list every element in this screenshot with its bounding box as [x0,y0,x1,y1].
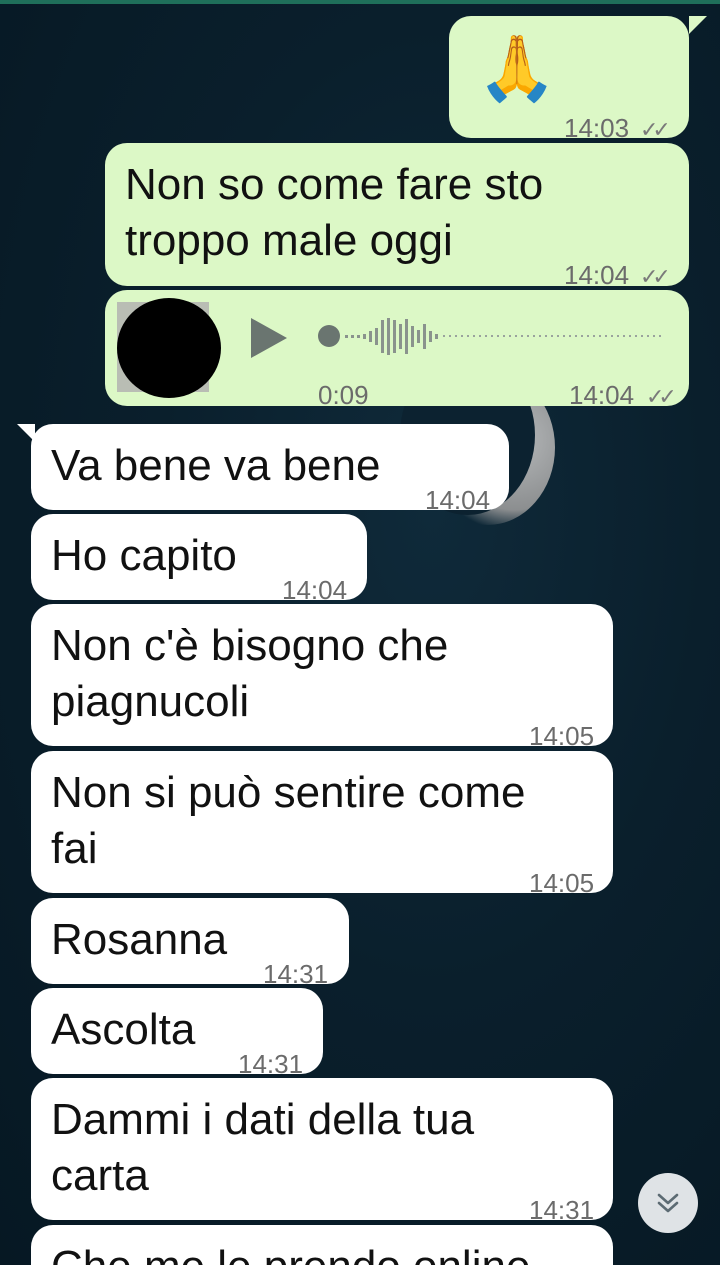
message-time: 14:04 [569,380,635,410]
message-time: 14:04 [425,485,491,515]
message-bubble-incoming[interactable]: Va bene va bene 14:04 [31,424,509,515]
voice-message-bubble[interactable]: 0:09 14:04 ✓✓ [105,290,689,410]
message-text: Non si può sentire come fai [51,768,526,873]
read-receipt-icon: ✓✓ [646,384,677,409]
scroll-to-bottom-button[interactable] [638,1173,698,1233]
message-bubble-incoming[interactable]: Ho capito 14:04 [31,514,367,605]
message-bubble-incoming[interactable]: Ascolta 14:31 [31,988,323,1079]
message-bubble-incoming[interactable]: Non si può sentire come fai 14:05 [31,751,613,898]
message-bubble-incoming[interactable]: Che me le prendo online [31,1225,613,1265]
voice-waveform[interactable] [315,316,665,356]
message-text: Va bene va bene [51,441,381,490]
chevron-double-down-icon [657,1193,679,1213]
folded-hands-emoji: 🙏 [477,32,557,104]
message-bubble-incoming[interactable]: Rosanna 14:31 [31,898,349,989]
avatar [117,298,221,398]
message-text: Rosanna [51,915,228,964]
message-text: Che me le prendo online [51,1239,530,1265]
bubble-tail [689,16,707,34]
message-text: Non so come fare sto troppo male oggi [125,160,544,265]
message-bubble-outgoing[interactable]: 🙏 14:03 ✓✓ [449,16,689,143]
message-text: Dammi i dati della tua carta [51,1095,475,1200]
voice-duration: 0:09 [318,380,369,410]
bubble-tail [17,424,35,442]
message-text: Ascolta [51,1005,196,1054]
message-bubble-incoming[interactable]: Non c'è bisogno che piagnucoli 14:05 [31,604,613,751]
message-bubble-incoming[interactable]: Dammi i dati della tua carta 14:31 [31,1078,613,1225]
message-text: Non c'è bisogno che piagnucoli [51,621,449,726]
play-icon[interactable] [249,316,289,360]
message-bubble-outgoing[interactable]: Non so come fare sto troppo male oggi 14… [105,143,689,290]
message-time: 14:05 [529,868,595,898]
top-accent-line [0,0,720,4]
message-text: Ho capito [51,531,237,580]
